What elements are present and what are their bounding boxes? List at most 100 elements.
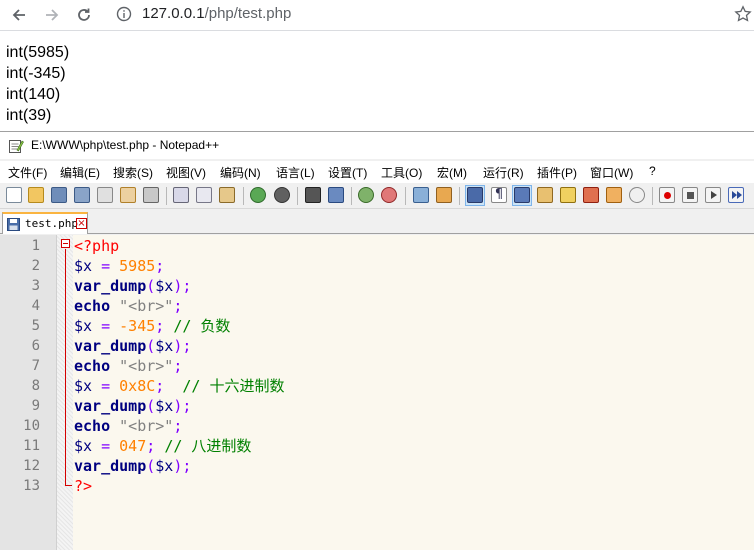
line-number[interactable]: 1 [0,236,40,256]
line-number[interactable]: 6 [0,336,40,356]
zoom-in-icon[interactable] [358,187,374,203]
menu-plugins[interactable]: 插件(P) [537,164,577,181]
toolbar-separator [351,187,352,205]
menu-macro[interactable]: 宏(M) [437,164,467,181]
line-number[interactable]: 7 [0,356,40,376]
menu-settings[interactable]: 设置(T) [328,164,367,181]
code-line[interactable]: $x = 047; // 八进制数 [74,436,251,456]
code-line[interactable]: ?> [74,476,92,496]
address-bar[interactable]: 127.0.0.1/php/test.php [142,5,291,22]
back-arrow-icon[interactable] [8,4,30,26]
line-number-gutter: 1 2 3 4 5 6 7 8 9 10 11 12 13 [0,235,57,550]
tab-test-php[interactable]: test.php × [2,212,88,234]
code-token: ); [173,397,192,415]
menu-file[interactable]: 文件(F) [8,164,47,181]
define-language-icon[interactable] [537,187,553,203]
url-path: /php/test.php [204,5,292,22]
code-line[interactable]: <?php [74,236,119,256]
code-area[interactable]: <?php $x = 5985; var_dump($x); echo "<br>";… [73,235,754,550]
monitoring-eye-icon[interactable] [629,187,645,203]
menu-window[interactable]: 窗口(W) [590,164,633,181]
menu-language[interactable]: 语言(L) [276,164,315,181]
code-token: ; [173,417,183,435]
code-token: // 十六进制数 [182,377,285,395]
code-line[interactable]: var_dump($x); [74,276,191,296]
show-all-chars-icon[interactable]: ¶ [491,187,507,203]
close-tab-icon[interactable]: × [76,218,87,229]
save-icon[interactable] [51,187,67,203]
zoom-out-icon[interactable] [381,187,397,203]
line-number[interactable]: 5 [0,316,40,336]
folder-workspace-icon[interactable] [606,187,622,203]
record-macro-icon[interactable] [659,187,675,203]
undo-icon[interactable] [250,187,266,203]
fold-collapse-icon[interactable] [61,239,70,248]
line-number[interactable]: 10 [0,416,40,436]
menu-view[interactable]: 视图(V) [166,164,206,181]
redo-icon[interactable] [274,187,290,203]
print-icon[interactable] [143,187,159,203]
notepad-window: E:\WWW\php\test.php - Notepad++ 文件(F) 编辑… [0,131,754,550]
fold-range-line [65,249,66,486]
run-macro-multiple-icon[interactable] [728,187,744,203]
code-token: echo [74,297,111,315]
menu-help[interactable]: ? [649,164,656,178]
code-line[interactable]: $x = 0x8C; // 十六进制数 [74,376,284,396]
sync-horizontal-icon[interactable] [436,187,452,203]
code-token: ?> [74,477,93,495]
code-token: 0x8C [119,377,156,395]
code-line[interactable]: echo "<br>"; [74,296,182,316]
code-line[interactable]: $x = 5985; [74,256,164,276]
menu-encoding[interactable]: 编码(N) [220,164,261,181]
title-bar[interactable]: E:\WWW\php\test.php - Notepad++ [0,132,754,159]
line-number[interactable]: 13 [0,476,40,496]
line-number[interactable]: 9 [0,396,40,416]
bookmark-star-icon[interactable] [734,5,752,23]
code-token: var_dump [74,277,147,295]
stop-macro-icon[interactable] [682,187,698,203]
close-all-icon[interactable] [120,187,136,203]
code-line[interactable]: $x = -345; // 负数 [74,316,230,336]
line-number[interactable]: 4 [0,296,40,316]
forward-arrow-icon[interactable] [41,4,63,26]
menu-search[interactable]: 搜索(S) [113,164,153,181]
cut-icon[interactable] [173,187,189,203]
function-list-icon[interactable] [583,187,599,203]
code-token: 5985 [119,257,156,275]
code-token: var_dump [74,457,147,475]
menu-edit[interactable]: 编辑(E) [60,164,100,181]
word-wrap-icon [467,187,483,203]
reload-icon[interactable] [73,4,95,26]
line-number[interactable]: 3 [0,276,40,296]
new-file-icon[interactable] [6,187,22,203]
info-icon[interactable] [116,6,132,22]
code-token: = [92,317,120,335]
doc-map-icon[interactable] [560,187,576,203]
toolbar-separator [459,187,460,205]
page-output: int(5985) int(-345) int(140) int(39) [6,42,69,126]
replace-icon[interactable] [328,187,344,203]
menu-run[interactable]: 运行(R) [483,164,524,181]
code-token: // 负数 [173,317,231,335]
line-number[interactable]: 8 [0,376,40,396]
code-line[interactable]: var_dump($x); [74,396,191,416]
code-line[interactable]: echo "<br>"; [74,356,182,376]
play-macro-icon[interactable] [705,187,721,203]
toolbar-separator [405,187,406,205]
menu-tools[interactable]: 工具(O) [381,164,422,181]
line-number[interactable]: 12 [0,456,40,476]
code-line[interactable]: var_dump($x); [74,456,191,476]
code-line[interactable]: var_dump($x); [74,336,191,356]
sync-vertical-icon[interactable] [413,187,429,203]
save-all-icon[interactable] [74,187,90,203]
code-editor[interactable]: 1 2 3 4 5 6 7 8 9 10 11 12 13 <?php $x = 5985; var_dum… [0,235,754,550]
copy-icon[interactable] [196,187,212,203]
close-file-icon[interactable] [97,187,113,203]
line-number[interactable]: 11 [0,436,40,456]
code-line[interactable]: echo "<br>"; [74,416,182,436]
line-number[interactable]: 2 [0,256,40,276]
find-icon[interactable] [305,187,321,203]
open-file-icon[interactable] [28,187,44,203]
paste-icon[interactable] [219,187,235,203]
